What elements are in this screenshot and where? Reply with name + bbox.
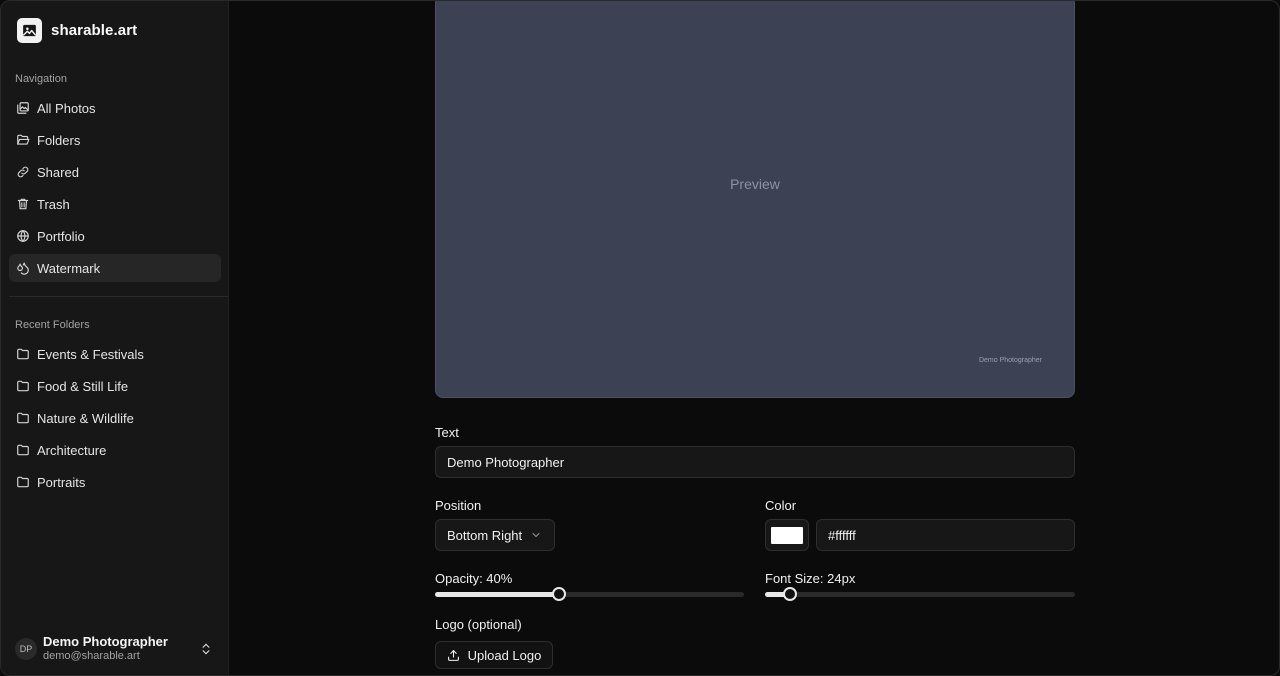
folder-icon (16, 379, 30, 393)
sidebar-item-portfolio[interactable]: Portfolio (9, 222, 221, 250)
color-hex-input[interactable]: #ffffff (816, 519, 1075, 551)
folder-open-icon (16, 133, 30, 147)
sidebar-item-label: Events & Festivals (37, 346, 144, 362)
sidebar-item-trash[interactable]: Trash (9, 190, 221, 218)
font-size-label: Font Size: 24px (765, 571, 856, 586)
position-select[interactable]: Bottom Right (435, 519, 555, 551)
droplets-icon (16, 261, 30, 275)
upload-logo-button[interactable]: Upload Logo (435, 641, 553, 669)
font-size-slider-thumb[interactable] (782, 587, 797, 601)
position-label: Position (435, 498, 482, 513)
globe-icon (16, 229, 30, 243)
navigation-label: Navigation (15, 73, 67, 85)
color-picker[interactable] (765, 519, 809, 551)
image-icon (17, 17, 42, 43)
sidebar-item-label: Portfolio (37, 228, 85, 244)
chevron-down-icon (530, 529, 542, 541)
user-menu[interactable]: DP Demo Photographer demo@sharable.art (9, 633, 221, 665)
sidebar-item-shared[interactable]: Shared (9, 158, 221, 186)
sidebar-item-label: Watermark (37, 260, 101, 276)
opacity-slider-fill (435, 592, 559, 597)
sidebar-item-events-festivals[interactable]: Events & Festivals (9, 340, 221, 368)
link-icon (16, 165, 30, 179)
sidebar-divider (9, 296, 228, 297)
user-info: Demo Photographer demo@sharable.art (43, 634, 168, 663)
sidebar: sharable.art Navigation All Photos Folde… (1, 1, 229, 675)
upload-icon (447, 649, 460, 662)
sidebar-item-portraits[interactable]: Portraits (9, 468, 221, 496)
sidebar-item-label: All Photos (37, 100, 96, 116)
preview-label: Preview (730, 176, 780, 192)
opacity-slider-thumb[interactable] (551, 587, 566, 601)
sidebar-item-architecture[interactable]: Architecture (9, 436, 221, 464)
sidebar-item-label: Food & Still Life (37, 378, 129, 394)
watermark-preview: Preview Demo Photographer (435, 1, 1075, 398)
user-email: demo@sharable.art (43, 650, 140, 663)
brand[interactable]: sharable.art (17, 17, 137, 43)
sidebar-item-label: Shared (37, 164, 79, 180)
sidebar-item-label: Portraits (37, 474, 86, 490)
folder-icon (16, 411, 30, 425)
recent-folders-label: Recent Folders (15, 319, 90, 331)
sidebar-item-label: Architecture (37, 442, 107, 458)
brand-name: sharable.art (51, 21, 138, 39)
color-swatch (771, 527, 803, 544)
opacity-label: Opacity: 40% (435, 571, 513, 586)
images-icon (16, 101, 30, 115)
avatar: DP (15, 638, 37, 660)
chevrons-up-down-icon (199, 641, 213, 657)
sidebar-item-label: Nature & Wildlife (37, 410, 134, 426)
watermark-text-input[interactable]: Demo Photographer (435, 446, 1075, 478)
app-window: sharable.art Navigation All Photos Folde… (0, 0, 1280, 676)
watermark-overlay-text: Demo Photographer (978, 357, 1042, 364)
folder-icon (16, 475, 30, 489)
sidebar-item-watermark[interactable]: Watermark (9, 254, 221, 282)
upload-logo-label: Upload Logo (467, 647, 542, 663)
sidebar-item-nature-wildlife[interactable]: Nature & Wildlife (9, 404, 221, 432)
text-label: Text (435, 425, 459, 440)
sidebar-item-label: Trash (37, 196, 70, 212)
sidebar-item-all-photos[interactable]: All Photos (9, 94, 221, 122)
font-size-slider[interactable] (765, 587, 1075, 601)
opacity-slider[interactable] (435, 587, 744, 601)
trash-icon (16, 197, 30, 211)
folder-icon (16, 347, 30, 361)
sidebar-item-label: Folders (37, 132, 81, 148)
folder-icon (16, 443, 30, 457)
position-value: Bottom Right (447, 527, 523, 543)
user-name: Demo Photographer (43, 634, 168, 650)
color-label: Color (765, 498, 797, 513)
logo-label: Logo (optional) (435, 617, 522, 632)
sidebar-item-food-still-life[interactable]: Food & Still Life (9, 372, 221, 400)
sidebar-item-folders[interactable]: Folders (9, 126, 221, 154)
